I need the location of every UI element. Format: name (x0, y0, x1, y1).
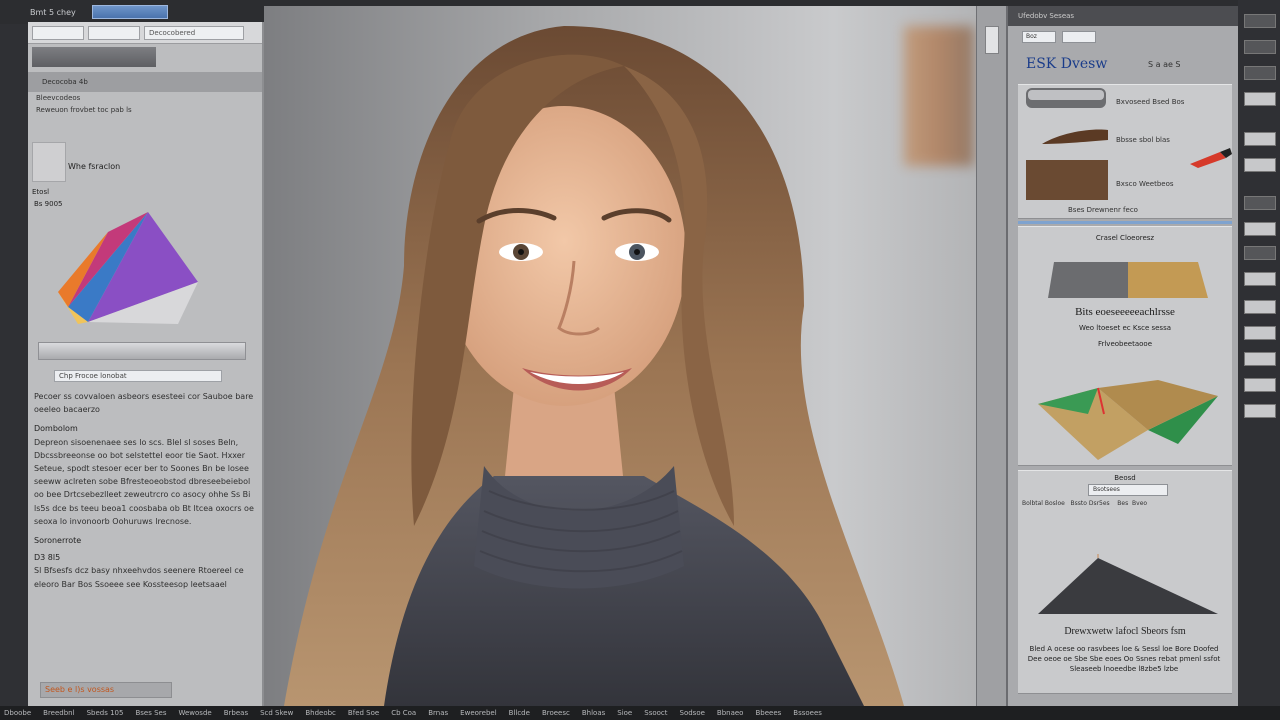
status-item[interactable]: Cb Coa (391, 709, 416, 717)
section-header[interactable]: Decocoba 4b (28, 72, 262, 92)
paragraph-2: Depreon sisoenenaee ses lo scs. Blel sl … (34, 437, 254, 526)
rail-button-4[interactable] (1244, 92, 1276, 106)
mesh-description: Bled A ocese oo rasvbees loe & Sessl loe… (1027, 645, 1221, 673)
left-properties-panel: Decocobered Decocoba 4b Bleevcodeos Rewe… (28, 22, 264, 706)
marker-pen-icon (1190, 148, 1232, 168)
tab-second[interactable] (1062, 31, 1096, 43)
row-label-2: Reweuon frovbet toc pab ls (36, 106, 132, 114)
status-item[interactable]: Wewosde (178, 709, 211, 717)
rail-button-14[interactable] (1244, 378, 1276, 392)
far-right-rail (1238, 0, 1280, 706)
status-item[interactable]: Brbeas (224, 709, 248, 717)
material-section-label: Crasel Cloeoresz (1095, 234, 1155, 242)
status-item[interactable]: Bbnaeo (717, 709, 744, 717)
app-title: Bmt 5 chey (30, 7, 76, 17)
status-item[interactable]: Sbeds 105 (87, 709, 124, 717)
status-item[interactable]: Bbeees (755, 709, 781, 717)
status-item[interactable]: Bfed Soe (348, 709, 379, 717)
paragraph-1: Pecoer ss covvaloen asbeors esesteei cor… (34, 392, 254, 415)
rail-button-11[interactable] (1244, 300, 1276, 314)
status-item[interactable]: Ssooct (644, 709, 667, 717)
scrollbar-handle[interactable] (985, 26, 999, 54)
info-chip[interactable]: Chp Frocoe lonobat (54, 370, 222, 382)
mesh-title: Drewxwetw lafocl Sbeors fsm (1064, 626, 1186, 637)
status-item[interactable]: Bssoees (793, 709, 822, 717)
status-item[interactable]: Scd Skew (260, 709, 293, 717)
rail-button-3[interactable] (1244, 66, 1276, 80)
row-label-1: Bleevcodeos (36, 94, 81, 102)
tab-box[interactable]: Boz (1022, 31, 1056, 43)
left-toolbar: Decocobered (28, 22, 262, 44)
status-item[interactable]: Sodsoe (680, 709, 705, 717)
material-swatch-flat[interactable] (1048, 258, 1208, 304)
portrait-image (284, 26, 904, 706)
left-row (28, 44, 262, 70)
status-item[interactable]: Bllcde (509, 709, 530, 717)
active-tab[interactable] (91, 5, 168, 19)
status-item[interactable]: Breedbnl (43, 709, 74, 717)
material-subtitle-2: Frlveobeetaooe (1097, 340, 1153, 348)
rail-button-12[interactable] (1244, 326, 1276, 340)
rail-button-2[interactable] (1244, 40, 1276, 54)
items-note: Bses Drewnenr feco (1068, 206, 1138, 214)
main-canvas[interactable] (264, 6, 976, 706)
dark-button[interactable] (32, 47, 156, 67)
item-label-1[interactable]: Bxvoseed Bsed Bos (1116, 98, 1184, 106)
footer-button[interactable]: Seeb e l)s vossas (40, 682, 172, 698)
right-library-panel: Ufedobv Seseas Boz ESK Dvesw S a ae S Bx… (1006, 6, 1238, 706)
tool-button-b[interactable] (88, 25, 140, 40)
status-item[interactable]: Bses Ses (135, 709, 166, 717)
left-icon-rail (0, 24, 28, 706)
item-thumbnails (1026, 88, 1108, 200)
rail-button-5[interactable] (1244, 132, 1276, 146)
rail-button-15[interactable] (1244, 404, 1276, 418)
side-note-1: Etosl (32, 188, 50, 196)
rail-button-9[interactable] (1244, 246, 1276, 260)
mesh-row: Bolbtal Bosloe Bssto Dsr5es Bes Bveo (1022, 500, 1148, 507)
mesh-preview (1038, 554, 1218, 614)
status-bar: Dboobe Breedbnl Sbeds 105 Bses Ses Wewos… (0, 706, 1280, 720)
status-item[interactable]: Bhloas (582, 709, 605, 717)
prism-preview-image (58, 212, 198, 324)
preview-thumbnail[interactable] (32, 142, 66, 182)
material-subtitle: Weo ltoeset ec Ksce sessa (1078, 324, 1172, 332)
item-label-2[interactable]: Bbsse sbol blas (1116, 136, 1170, 144)
side-note-2: Bs 9005 (34, 200, 63, 208)
section-heading-2: Soronerrote (34, 536, 82, 546)
tool-button-a[interactable] (32, 25, 84, 40)
section-heading: Dombolom (34, 424, 78, 434)
right-panel-tabs: Boz (1008, 26, 1238, 48)
section-divider (1018, 221, 1232, 224)
rail-button-7[interactable] (1244, 196, 1276, 210)
status-item[interactable]: Broeesc (542, 709, 570, 717)
mesh-section-label: Beosd (1114, 474, 1136, 482)
material-title: Bits eoeseeeeeachlrsse (1075, 306, 1175, 318)
panel-title: ESK Dvesw (1026, 56, 1108, 72)
status-item[interactable]: Eweorebel (460, 709, 496, 717)
rail-button-10[interactable] (1244, 272, 1276, 286)
status-item[interactable]: Dboobe (4, 709, 31, 717)
mesh-chip[interactable]: Bsotsees (1088, 484, 1168, 496)
item-label-3[interactable]: Bxsco Weetbeos (1116, 180, 1174, 188)
rail-button-8[interactable] (1244, 222, 1276, 236)
status-item[interactable]: Bhdeobc (305, 709, 336, 717)
paragraph-3: Sl Bfsesfs dcz basy nhxeehvdos seenere R… (34, 566, 244, 589)
note-label: D3 8l5 (34, 553, 61, 563)
status-item[interactable]: Sioe (617, 709, 632, 717)
panel-subtitle: S a ae S (1148, 60, 1181, 69)
rail-button-1[interactable] (1244, 14, 1276, 28)
rail-button-6[interactable] (1244, 158, 1276, 172)
right-panel-header: Ufedobv Seseas (1008, 6, 1238, 26)
description-text: Pecoer ss covvaloen asbeors esesteei cor… (34, 390, 256, 597)
material-swatch-folded[interactable] (1028, 374, 1228, 464)
status-item[interactable]: Brnas (428, 709, 448, 717)
rail-button-13[interactable] (1244, 352, 1276, 366)
canvas-scrollbar[interactable] (976, 6, 1006, 706)
progress-bar-track (38, 342, 246, 360)
tool-dropdown[interactable]: Decocobered (144, 25, 244, 40)
thumb-label: Whe fsraclon (68, 162, 121, 171)
